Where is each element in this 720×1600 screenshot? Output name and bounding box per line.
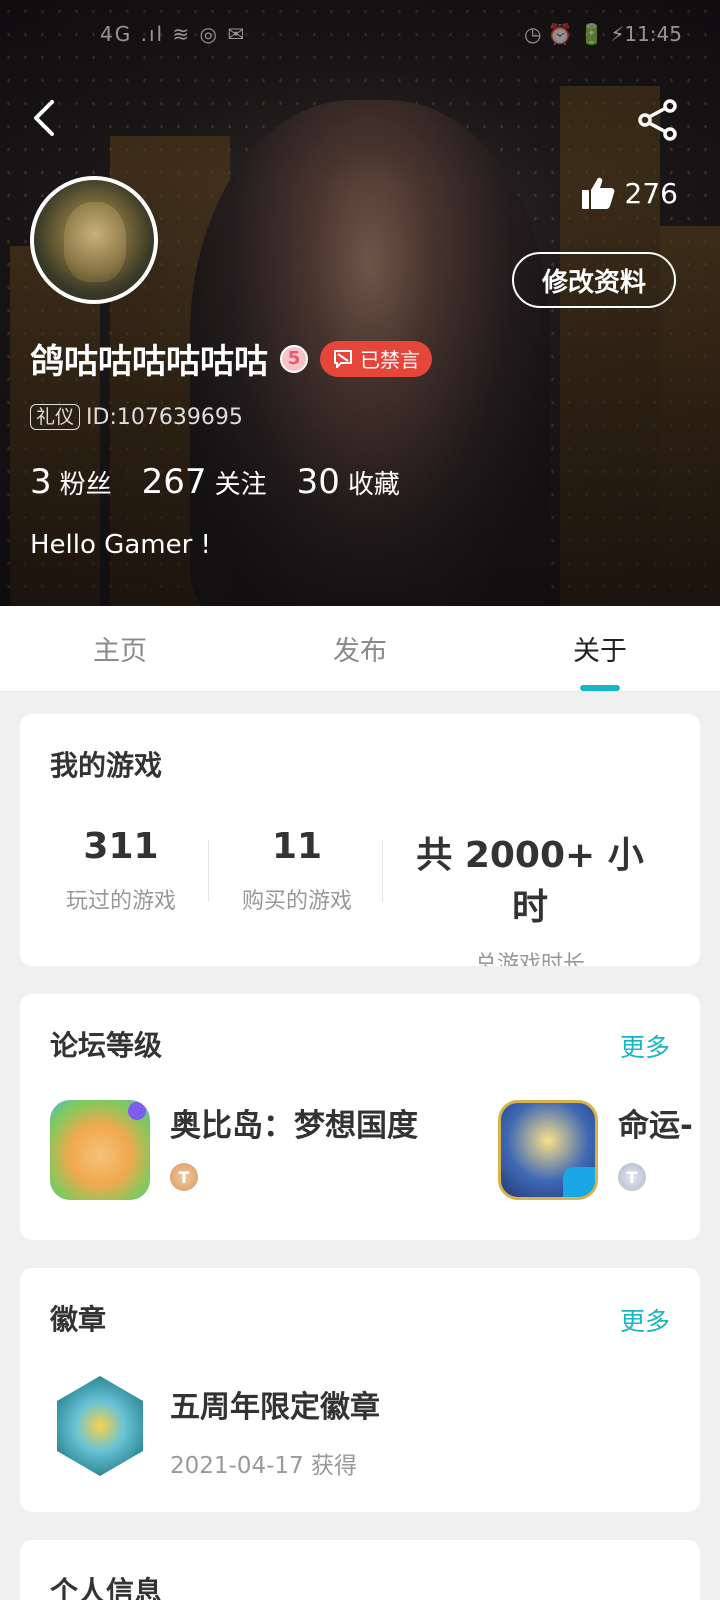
badges-card: 徽章 更多 五周年限定徽章 2021-04-17 获得 [20, 1268, 700, 1512]
banned-label: 已禁言 [360, 348, 420, 372]
stat-number: 11 [271, 826, 323, 867]
forum-item[interactable]: 奥比岛：梦想国度 T [50, 1100, 418, 1200]
stat-label: 玩过的游戏 [65, 889, 176, 914]
stat-label: 关注 [214, 470, 267, 500]
bio: Hello Gamer ! [30, 530, 211, 560]
tab-about[interactable]: 关于 [480, 606, 720, 691]
forum-name: 奥比岛：梦想国度 [170, 1108, 418, 1144]
badge-date: 2021-04-17 获得 [170, 1453, 357, 1479]
bilibili-icon [563, 1167, 595, 1197]
like-counter[interactable]: 276 [581, 176, 678, 210]
forum-level-card: 论坛等级 更多 奥比岛：梦想国度 T 命运- T [20, 994, 700, 1240]
stat-number: 311 [83, 826, 159, 867]
profile-header: 4G .ıl ≋ ◎ ✉ ◷ ⏰ 🔋 ⚡11:45 276 修改资料 鸽咕咕咕咕… [0, 0, 720, 606]
forum-item[interactable]: 命运- T [498, 1100, 693, 1200]
status-bar: 4G .ıl ≋ ◎ ✉ ◷ ⏰ 🔋 ⚡11:45 [0, 22, 720, 52]
my-games-title: 我的游戏 [50, 749, 163, 782]
total-playtime-stat[interactable]: 共 2000+ 小时 总游戏时长 [400, 826, 660, 966]
share-icon [638, 99, 677, 141]
id-row: 礼仪 ID:107639695 [30, 404, 243, 430]
personal-info-card: 个人信息 [20, 1540, 700, 1600]
forum-level-title: 论坛等级 [50, 1029, 163, 1062]
avatar[interactable] [30, 176, 158, 304]
status-bar-left: 4G .ıl ≋ ◎ ✉ [100, 22, 247, 46]
lightning-icon [128, 1102, 146, 1120]
forum-level-badge: T [618, 1163, 646, 1191]
badges-title: 徽章 [50, 1303, 107, 1336]
back-button[interactable] [26, 96, 66, 140]
profile-tabs: 主页 发布 关于 [0, 606, 720, 692]
stat-label: 购买的游戏 [241, 889, 352, 914]
followers-stat[interactable]: 3 粉丝 [30, 462, 112, 502]
thumbs-up-icon [581, 177, 614, 209]
badges-more-link[interactable]: 更多 [620, 1302, 670, 1338]
chevron-left-icon [34, 100, 54, 136]
edit-profile-button[interactable]: 修改资料 [512, 252, 676, 308]
forum-name: 命运- [618, 1108, 693, 1144]
games-played-stat[interactable]: 311 玩过的游戏 [50, 826, 192, 915]
favorites-stat[interactable]: 30 收藏 [297, 462, 400, 502]
tab-home[interactable]: 主页 [0, 606, 240, 691]
badge-name: 五周年限定徽章 [170, 1390, 380, 1425]
stat-number: 3 [30, 462, 52, 502]
game-icon-fate [498, 1100, 598, 1200]
following-stat[interactable]: 267 关注 [142, 462, 267, 502]
user-id: ID:107639695 [86, 404, 243, 430]
banned-badge: 已禁言 [320, 340, 432, 377]
username: 鸽咕咕咕咕咕咕 [30, 342, 268, 382]
stat-number: 267 [141, 462, 207, 502]
badge-item[interactable]: 五周年限定徽章 2021-04-17 获得 [50, 1376, 380, 1480]
like-count: 276 [624, 176, 678, 210]
share-button[interactable] [636, 98, 680, 142]
forum-level-badge: T [170, 1163, 198, 1191]
stat-label: 粉丝 [59, 470, 112, 500]
tab-posts[interactable]: 发布 [240, 606, 480, 691]
stat-number: 30 [296, 462, 340, 502]
status-bar-right: ◷ ⏰ 🔋 ⚡11:45 [523, 22, 682, 46]
stat-number: 共 2000+ 小时 [416, 835, 644, 928]
muted-chat-icon [334, 349, 352, 368]
forum-more-link[interactable]: 更多 [620, 1028, 670, 1064]
stat-label: 总游戏时长 [474, 952, 585, 966]
my-games-card: 我的游戏 311 玩过的游戏 11 购买的游戏 共 2000+ 小时 总游戏时长 [20, 714, 700, 966]
divider [208, 840, 209, 902]
etiquette-tag: 礼仪 [30, 404, 81, 430]
name-row: 鸽咕咕咕咕咕咕 5 已禁言 [30, 334, 432, 383]
user-level-badge: 5 [280, 344, 308, 373]
stat-label: 收藏 [347, 470, 400, 500]
follow-stats: 3 粉丝 267 关注 30 收藏 [30, 462, 400, 502]
personal-info-title: 个人信息 [50, 1575, 163, 1600]
hexagon-badge-icon [57, 1376, 143, 1476]
game-icon-aobi [50, 1100, 150, 1200]
divider [382, 840, 383, 902]
games-purchased-stat[interactable]: 11 购买的游戏 [226, 826, 368, 915]
